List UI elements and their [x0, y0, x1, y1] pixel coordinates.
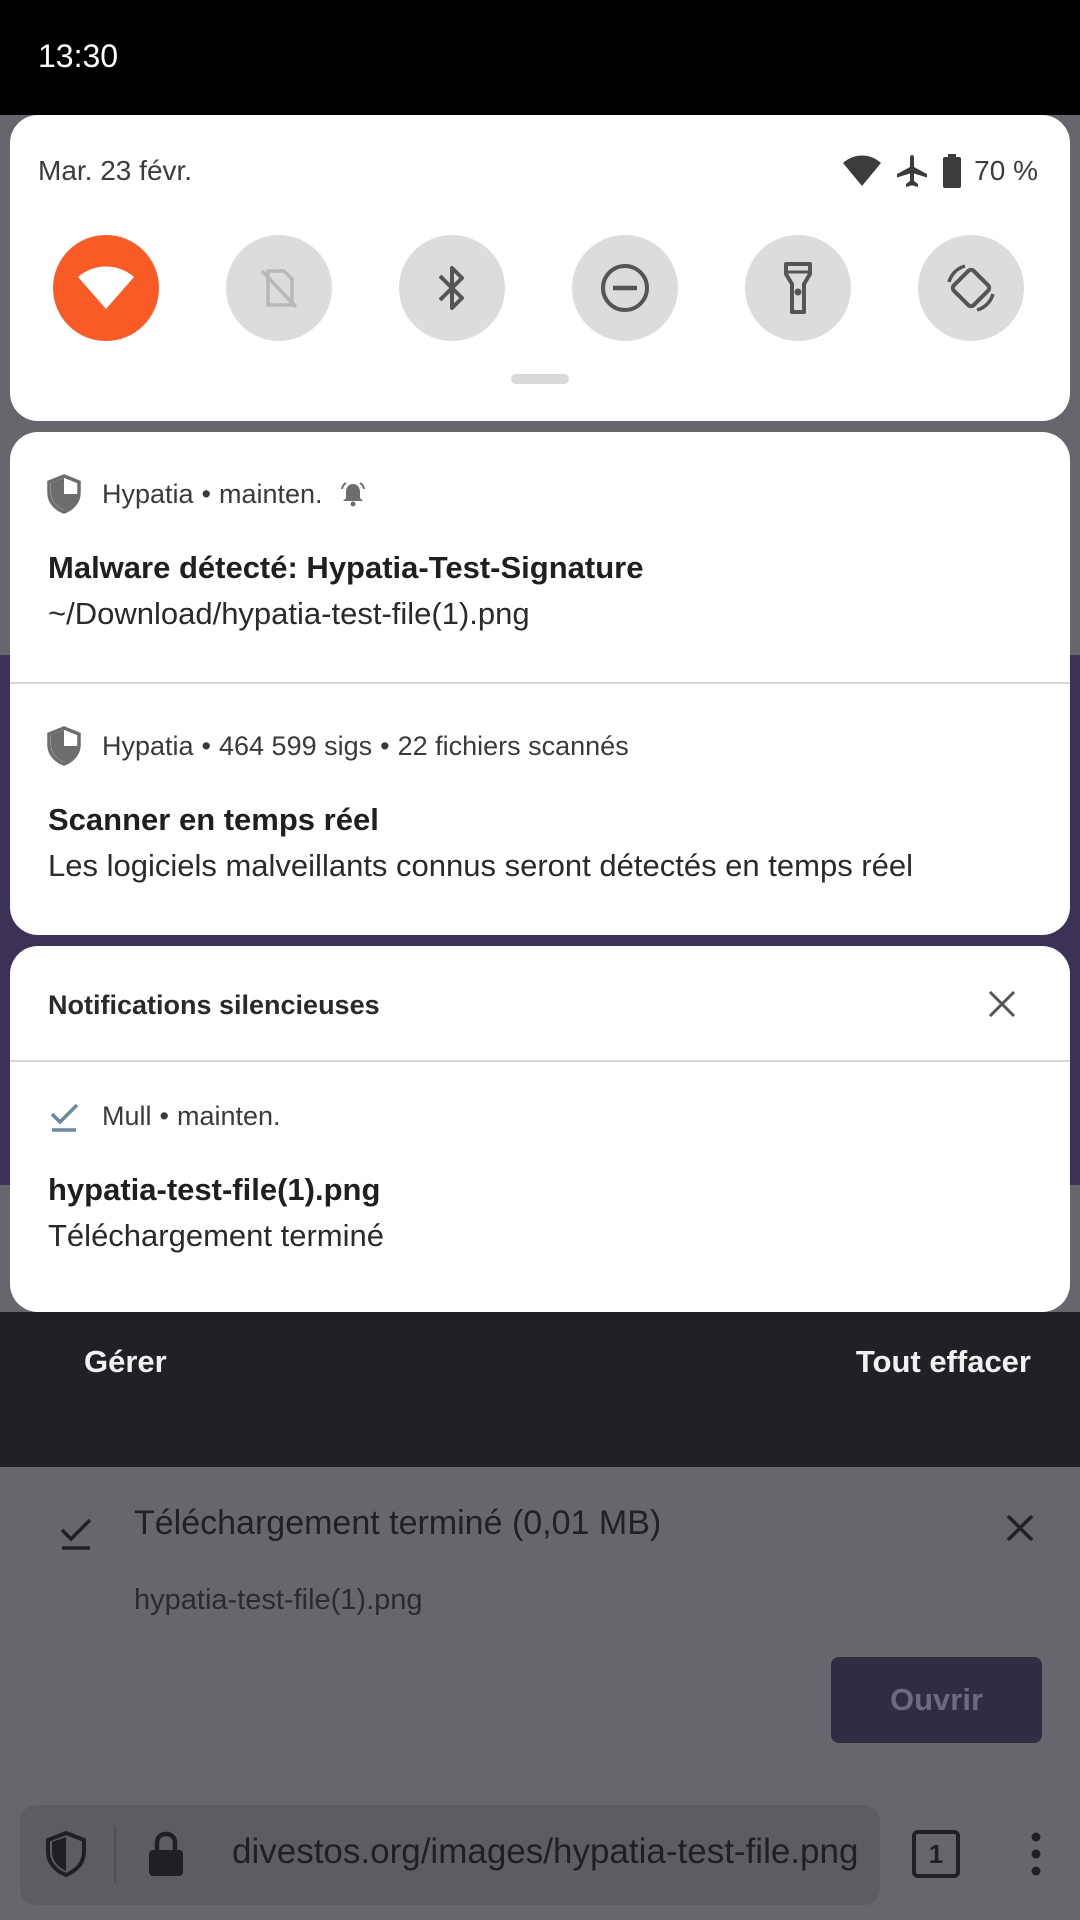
tracking-protection-shield-icon[interactable]: [44, 1830, 88, 1878]
wifi-icon: [78, 266, 134, 309]
notification-title: Malware détecté: Hypatia-Test-Signature: [48, 550, 644, 585]
bluetooth-icon: [438, 266, 464, 310]
download-done-icon: [60, 1518, 92, 1550]
signature-count: 464 599 sigs: [219, 730, 373, 761]
no-sim-icon: [260, 269, 298, 309]
do-not-disturb-tile[interactable]: [572, 235, 678, 341]
battery-percent: 70 %: [974, 155, 1038, 186]
wifi-tile[interactable]: [53, 235, 159, 341]
close-icon[interactable]: [1000, 1508, 1040, 1548]
notification-header: Hypatia • mainten.: [46, 474, 367, 514]
rotate-icon: [947, 264, 995, 312]
header-separator: •: [201, 478, 211, 509]
status-clock: 13:30: [38, 38, 119, 74]
lock-icon[interactable]: [146, 1830, 186, 1878]
bell-alert-icon: [340, 482, 365, 507]
wifi-signal-icon: [843, 155, 882, 186]
download-title: Téléchargement terminé (0,01 MB): [134, 1504, 662, 1542]
clear-all-button[interactable]: Tout effacer: [856, 1344, 1031, 1380]
quick-settings-panel: Mar. 23 févr. 70 %: [10, 115, 1070, 421]
silent-notifications-section: Notifications silencieuses Mull • mainte…: [10, 946, 1070, 1312]
notification-app-name: Hypatia: [102, 730, 194, 761]
status-bar: 13:30: [0, 0, 1080, 115]
notification-body: Les logiciels malveillants connus seront…: [48, 848, 914, 883]
battery-icon: [943, 154, 962, 188]
shield-icon: [47, 474, 81, 514]
notification-body: Téléchargement terminé: [48, 1218, 384, 1253]
mobile-data-tile[interactable]: [226, 235, 332, 341]
airplane-mode-icon: [897, 155, 928, 187]
download-file-name: hypatia-test-file(1).png: [134, 1584, 423, 1616]
notification-title: Scanner en temps réel: [48, 802, 379, 837]
flashlight-tile[interactable]: [745, 235, 851, 341]
notification-malware-detected[interactable]: Hypatia • mainten. Malware détecté: Hypa…: [10, 432, 1070, 682]
url-text[interactable]: divestos.org/images/hypatia-test-file.pn…: [232, 1832, 878, 1872]
notification-time: mainten.: [219, 478, 323, 509]
notification-app-name: Hypatia: [102, 478, 194, 509]
header-separator: •: [159, 1100, 169, 1131]
notification-realtime-scanner[interactable]: Hypatia • 464 599 sigs • 22 fichiers sca…: [10, 684, 1070, 935]
more-options-icon[interactable]: [1026, 1832, 1046, 1876]
notification-title: hypatia-test-file(1).png: [48, 1172, 381, 1207]
notification-time: mainten.: [176, 1100, 281, 1131]
qs-status-icons: 70 %: [842, 151, 1038, 191]
notification-header: Hypatia • 464 599 sigs • 22 fichiers sca…: [46, 726, 629, 766]
auto-rotate-tile[interactable]: [918, 235, 1024, 341]
qs-date[interactable]: Mar. 23 févr.: [38, 155, 192, 187]
shield-icon: [47, 726, 81, 766]
tab-counter-button[interactable]: 1: [912, 1830, 960, 1878]
notification-download-complete[interactable]: Mull • mainten. hypatia-test-file(1).png…: [10, 1062, 1070, 1312]
header-separator: •: [201, 730, 211, 761]
url-bar-divider: [114, 1826, 116, 1882]
notification-body: ~/Download/hypatia-test-file(1).png: [48, 596, 530, 631]
notification-group-hypatia: Hypatia • mainten. Malware détecté: Hypa…: [10, 432, 1070, 935]
close-icon[interactable]: [986, 988, 1018, 1020]
bluetooth-tile[interactable]: [399, 235, 505, 341]
silent-section-header: Notifications silencieuses: [48, 990, 380, 1020]
shade-footer-background: [0, 1312, 1080, 1467]
do-not-disturb-icon: [601, 264, 649, 312]
notification-header: Mull • mainten.: [46, 1096, 281, 1136]
header-separator: •: [380, 730, 390, 761]
download-done-icon: [50, 1103, 79, 1132]
manage-notifications-button[interactable]: Gérer: [84, 1344, 167, 1380]
files-scanned-count: 22 fichiers scannés: [397, 730, 629, 761]
qs-drag-handle[interactable]: [511, 374, 569, 384]
flashlight-icon: [784, 262, 812, 314]
open-download-button[interactable]: Ouvrir: [831, 1657, 1042, 1743]
notification-app-name: Mull: [102, 1100, 152, 1131]
